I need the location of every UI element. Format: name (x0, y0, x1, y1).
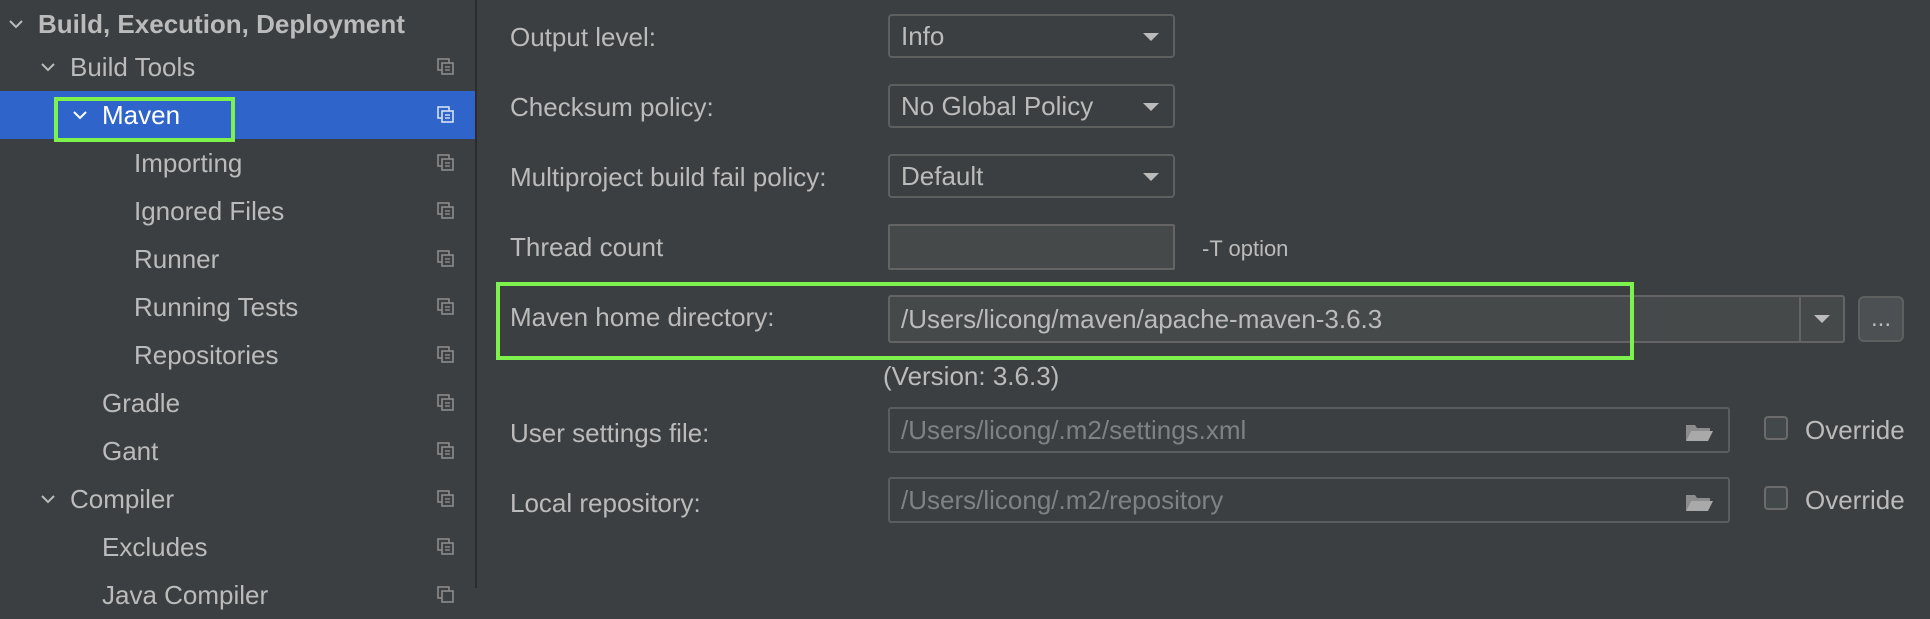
chevron-down-icon[interactable] (37, 488, 59, 510)
copy-settings-icon (437, 154, 454, 171)
tree-item-runner[interactable]: Runner (0, 235, 475, 283)
copy-settings-icon (437, 442, 454, 459)
thread-count-label: Thread count (510, 232, 664, 262)
maven-home-label: Maven home directory: (510, 302, 775, 332)
copy-settings-icon (437, 538, 454, 555)
thread-count-hint: -T option (1202, 236, 1289, 261)
tree-item-importing[interactable]: Importing (0, 139, 475, 187)
caret-down-icon (1814, 315, 1830, 323)
output-level-label: Output level: (510, 22, 656, 52)
local-repository-label: Local repository: (510, 488, 701, 518)
maven-home-value[interactable]: /Users/licong/maven/apache-maven-3.6.3 (890, 304, 1382, 335)
user-settings-override-checkbox[interactable] (1764, 416, 1788, 440)
tree-item-build-tools[interactable]: Build Tools (0, 43, 475, 91)
copy-settings-icon (437, 346, 454, 363)
local-repository-override-label[interactable]: Override (1805, 485, 1905, 516)
multiproject-fail-policy-select[interactable]: Default (888, 154, 1175, 198)
user-settings-label: User settings file: (510, 418, 710, 448)
tree-item-excludes[interactable]: Excludes (0, 523, 475, 571)
copy-settings-icon (437, 58, 454, 75)
maven-settings-pane: Output level: Info Checksum policy: No G… (477, 0, 1930, 588)
tree-item-label: Java Compiler (102, 579, 269, 610)
tree-item-build-execution-deployment[interactable]: Build, Execution, Deployment (0, 0, 475, 48)
tree-item-repositories[interactable]: Repositories (0, 331, 475, 379)
checksum-policy-select[interactable]: No Global Policy (888, 84, 1175, 128)
copy-settings-icon (437, 106, 454, 123)
tree-item-label: Running Tests (134, 291, 299, 322)
chevron-down-icon[interactable] (69, 104, 91, 126)
tree-item-gant[interactable]: Gant (0, 427, 475, 475)
output-level-select[interactable]: Info (888, 14, 1175, 58)
copy-settings-icon (437, 586, 454, 603)
local-repository-value: /Users/licong/.m2/repository (901, 484, 1224, 515)
local-repository-input[interactable]: /Users/licong/.m2/repository (888, 477, 1730, 523)
copy-settings-icon (437, 202, 454, 219)
caret-down-icon (1143, 103, 1159, 111)
tree-item-label: Gradle (102, 387, 181, 418)
folder-open-icon[interactable] (1684, 491, 1714, 513)
copy-settings-icon (437, 250, 454, 267)
tree-item-label: Maven (102, 99, 181, 130)
multiproject-fail-policy-label: Multiproject build fail policy: (510, 162, 827, 192)
multiproject-fail-policy-value: Default (901, 160, 984, 191)
maven-version-text: (Version: 3.6.3) (883, 361, 1060, 391)
maven-home-combo[interactable]: /Users/licong/maven/apache-maven-3.6.3 (888, 295, 1845, 343)
tree-item-label: Repositories (134, 339, 279, 370)
tree-item-label: Runner (134, 243, 220, 274)
maven-home-dropdown-button[interactable] (1799, 295, 1843, 343)
tree-item-label: Excludes (102, 531, 208, 562)
tree-item-label: Build, Execution, Deployment (38, 8, 405, 39)
user-settings-input[interactable]: /Users/licong/.m2/settings.xml (888, 407, 1730, 453)
tree-item-label: Gant (102, 435, 159, 466)
caret-down-icon (1143, 33, 1159, 41)
maven-home-browse-button[interactable]: ... (1858, 296, 1904, 342)
thread-count-input[interactable] (888, 224, 1175, 270)
copy-settings-icon (437, 490, 454, 507)
settings-sidebar: Build, Execution, Deployment Build Tools… (0, 0, 477, 610)
checksum-policy-label: Checksum policy: (510, 92, 714, 122)
user-settings-override-label[interactable]: Override (1805, 415, 1905, 446)
local-repository-override-checkbox[interactable] (1764, 486, 1788, 510)
output-level-value: Info (901, 20, 945, 51)
caret-down-icon (1143, 173, 1159, 181)
tree-item-label: Importing (134, 147, 243, 178)
tree-item-label: Build Tools (70, 51, 196, 82)
copy-settings-icon (437, 394, 454, 411)
tree-item-label: Compiler (70, 483, 175, 514)
tree-item-java-compiler[interactable]: Java Compiler (0, 571, 475, 619)
tree-item-compiler[interactable]: Compiler (0, 475, 475, 523)
copy-settings-icon (437, 298, 454, 315)
chevron-down-icon[interactable] (37, 56, 59, 78)
tree-item-ignored-files[interactable]: Ignored Files (0, 187, 475, 235)
tree-item-label: Ignored Files (134, 195, 285, 226)
folder-open-icon[interactable] (1684, 421, 1714, 443)
user-settings-value: /Users/licong/.m2/settings.xml (901, 414, 1247, 445)
checksum-policy-value: No Global Policy (901, 90, 1094, 121)
tree-item-running-tests[interactable]: Running Tests (0, 283, 475, 331)
tree-item-gradle[interactable]: Gradle (0, 379, 475, 427)
tree-item-maven[interactable]: Maven (0, 91, 475, 139)
chevron-down-icon[interactable] (5, 13, 27, 35)
